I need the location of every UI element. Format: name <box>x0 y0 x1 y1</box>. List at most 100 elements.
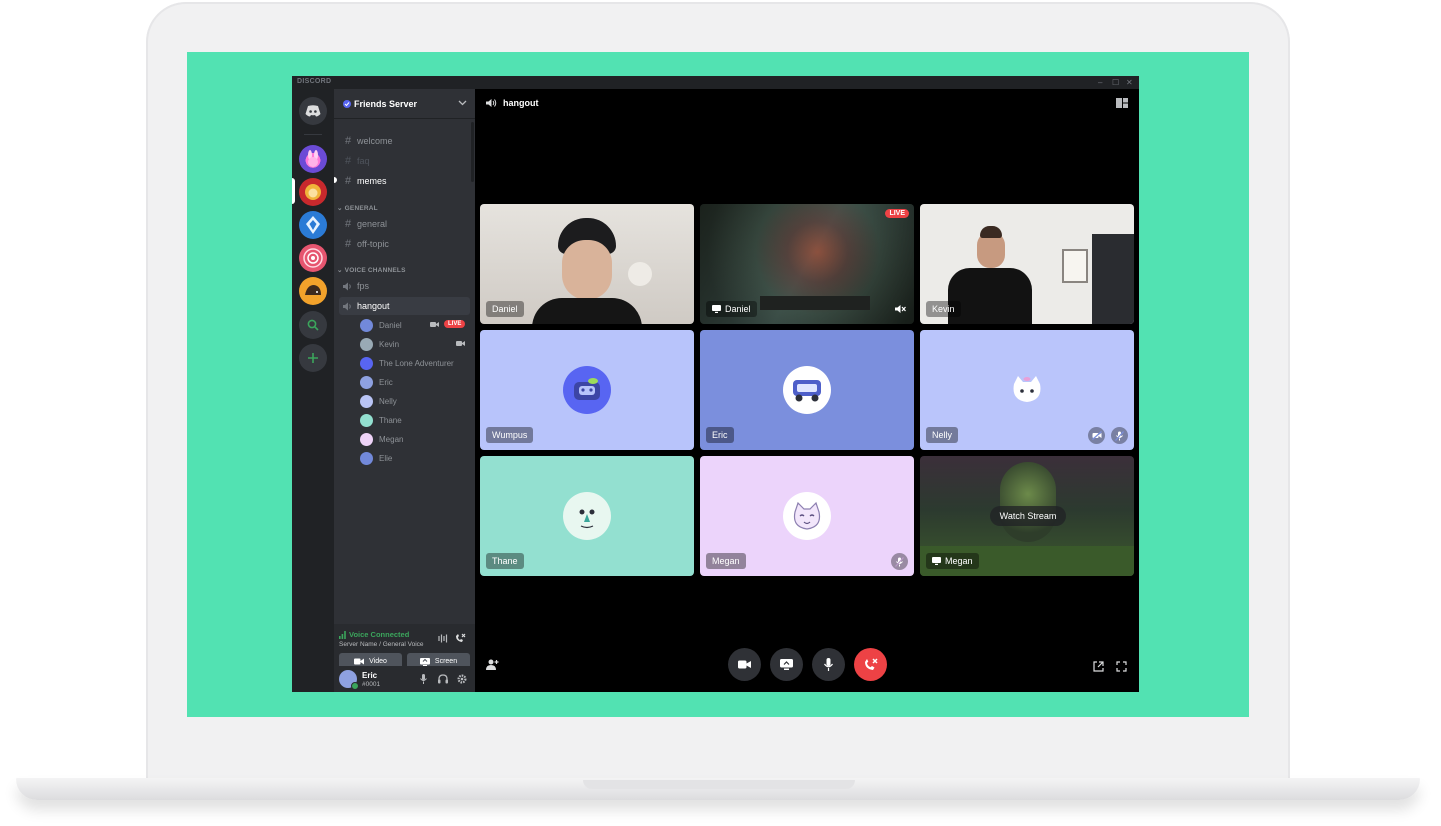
tile-name-label: Daniel <box>486 301 524 317</box>
voice-location[interactable]: Server Name / General Voice <box>339 641 424 648</box>
maximize-button[interactable]: ☐ <box>1112 77 1119 88</box>
popout-icon[interactable] <box>1093 661 1104 672</box>
gear-icon[interactable] <box>457 674 467 684</box>
voice-status-text: Voice Connected <box>349 630 410 639</box>
toggle-microphone-button[interactable] <box>812 648 845 681</box>
online-status-icon <box>351 682 359 690</box>
minimize-button[interactable]: – <box>1098 77 1102 88</box>
avatar <box>360 394 373 408</box>
share-screen-button[interactable] <box>770 648 803 681</box>
channel-general[interactable]: # general <box>339 215 470 233</box>
disconnect-icon[interactable] <box>455 633 466 643</box>
leave-call-button[interactable] <box>854 648 887 681</box>
face <box>562 240 612 300</box>
channel-label: off-topic <box>357 239 389 249</box>
voice-user[interactable]: Kevin <box>360 336 470 352</box>
avatar <box>783 366 831 414</box>
headphones-icon[interactable] <box>438 674 448 684</box>
channel-off-topic[interactable]: # off-topic <box>339 235 470 253</box>
category-general[interactable]: ⌄ GENERAL <box>337 204 378 212</box>
fullscreen-icon[interactable] <box>1116 661 1127 672</box>
voice-user[interactable]: Daniel LIVE <box>360 317 470 333</box>
add-friend-icon[interactable] <box>486 659 499 670</box>
avatar <box>1003 366 1051 414</box>
home-button[interactable] <box>299 97 327 125</box>
sidebar-scrollbar[interactable] <box>471 122 474 182</box>
explore-servers-button[interactable] <box>299 311 327 339</box>
call-header: hangout <box>486 98 539 108</box>
watch-stream-button[interactable]: Watch Stream <box>990 506 1066 526</box>
voice-user-name: Thane <box>379 415 402 425</box>
server-name: Friends Server <box>354 98 418 109</box>
game-character <box>1000 462 1056 542</box>
call-channel-name: hangout <box>503 98 539 108</box>
discord-logo-icon <box>305 105 321 117</box>
channel-welcome[interactable]: # welcome <box>339 132 470 150</box>
voice-user[interactable]: Eric <box>360 374 470 390</box>
hash-icon: # <box>344 218 352 230</box>
avatar-tile-wumpus[interactable]: Wumpus <box>480 330 694 450</box>
voice-user-name: The Lone Adventurer <box>379 358 454 368</box>
voice-user[interactable]: Thane <box>360 412 470 428</box>
voice-channel-hangout[interactable]: hangout <box>339 297 470 315</box>
server-header[interactable]: Friends Server <box>334 89 475 119</box>
noise-suppression-icon[interactable] <box>438 634 448 643</box>
tile-name-label: Wumpus <box>486 427 534 443</box>
video-tile-megan-stream[interactable]: Watch Stream Megan <box>920 456 1134 576</box>
stream-muted-icon[interactable] <box>895 304 906 314</box>
voice-user[interactable]: Megan <box>360 431 470 447</box>
game-hud <box>760 296 870 310</box>
channel-label: welcome <box>357 136 393 146</box>
toggle-camera-button[interactable] <box>728 648 761 681</box>
voice-user-name: Daniel <box>379 320 402 330</box>
server-icon-hedgehog[interactable] <box>299 277 327 305</box>
rail-divider <box>304 134 322 135</box>
close-button[interactable]: ✕ <box>1126 77 1133 88</box>
avatar <box>360 413 373 427</box>
video-tile-kevin-camera[interactable]: Kevin <box>920 204 1134 324</box>
cat-avatar-icon <box>1013 376 1041 402</box>
hair <box>980 226 1002 238</box>
speaker-icon <box>486 99 497 107</box>
hash-icon: # <box>344 175 352 187</box>
laptop-notch <box>583 780 855 789</box>
wall-lamp <box>628 262 652 286</box>
tile-name-label: Daniel <box>706 301 757 317</box>
voice-user[interactable]: Nelly <box>360 393 470 409</box>
voice-user[interactable]: The Lone Adventurer <box>360 355 470 371</box>
channel-label: faq <box>357 156 370 166</box>
voice-status: Voice Connected <box>339 630 409 639</box>
video-tile-daniel-camera[interactable]: Daniel <box>480 204 694 324</box>
robot-wumpus-icon <box>574 378 600 400</box>
voice-user[interactable]: Elie <box>360 450 470 466</box>
voice-user-name: Eric <box>379 377 393 387</box>
add-server-button[interactable] <box>299 344 327 372</box>
channel-faq[interactable]: # faq <box>339 152 470 170</box>
avatar <box>563 492 611 540</box>
voice-channel-fps[interactable]: fps <box>339 277 470 295</box>
lion-icon <box>305 184 321 200</box>
tile-name-label: Eric <box>706 427 734 443</box>
avatar-tile-thane[interactable]: Thane <box>480 456 694 576</box>
microphone-icon[interactable] <box>420 674 427 684</box>
category-voice-channels[interactable]: ⌄ VOICE CHANNELS <box>337 266 406 274</box>
channel-memes[interactable]: # memes <box>339 172 470 190</box>
layout-toggle-icon[interactable] <box>1116 98 1128 108</box>
video-tile-daniel-stream[interactable]: LIVE Daniel <box>700 204 914 324</box>
username: Eric <box>362 671 378 680</box>
server-icon-pattern[interactable] <box>299 244 327 272</box>
server-icon-valorant[interactable] <box>299 211 327 239</box>
avatar-tile-nelly[interactable]: Nelly <box>920 330 1134 450</box>
tile-name-label: Nelly <box>926 427 959 443</box>
server-icon-bunny[interactable] <box>299 145 327 173</box>
live-badge: LIVE <box>444 320 466 328</box>
voice-user-name: Kevin <box>379 339 400 349</box>
mic-muted-icon <box>891 553 908 570</box>
avatar-tile-megan[interactable]: Megan <box>700 456 914 576</box>
server-icon-lion[interactable] <box>299 178 327 206</box>
avatar-tile-eric[interactable]: Eric <box>700 330 914 450</box>
avatar <box>360 318 373 332</box>
avatar <box>360 375 373 389</box>
tile-name-label: Megan <box>926 553 979 569</box>
tshirt <box>948 268 1032 324</box>
